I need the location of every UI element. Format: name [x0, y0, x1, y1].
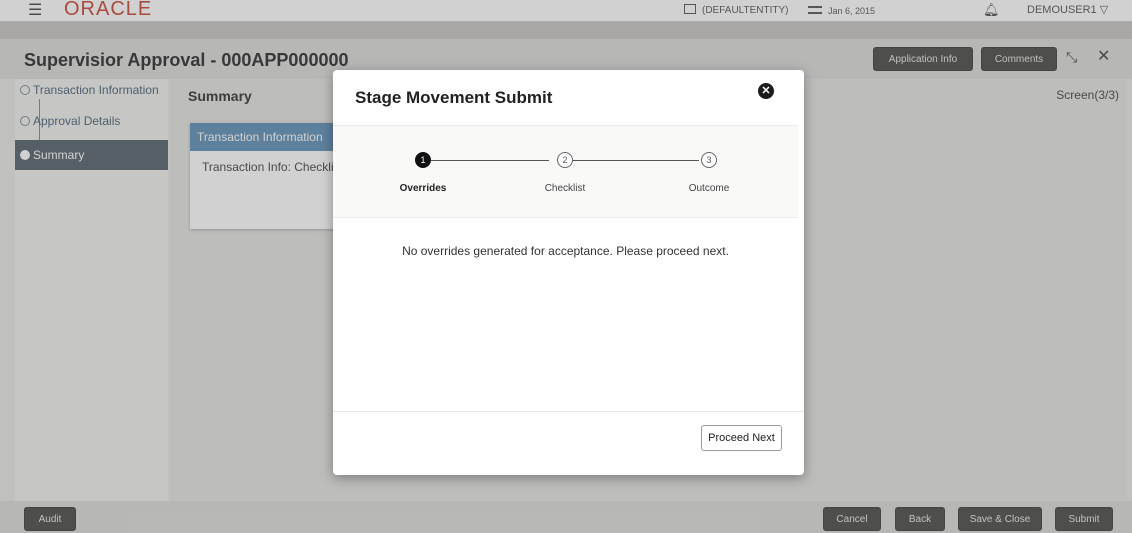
stepper: 1 2 3 Overrides Checklist Outcome	[333, 125, 798, 218]
overrides-message: No overrides generated for acceptance. P…	[402, 244, 729, 258]
step-connector	[573, 160, 699, 161]
step-circle-1: 1	[415, 152, 431, 168]
step-circle-2: 2	[557, 152, 573, 168]
step-circle-3: 3	[701, 152, 717, 168]
step-label-overrides: Overrides	[399, 183, 447, 194]
dialog-divider	[333, 411, 804, 412]
step-label-checklist: Checklist	[544, 183, 586, 194]
step-label-outcome: Outcome	[688, 183, 730, 194]
close-icon[interactable]: ✕	[758, 83, 774, 99]
dialog-title: Stage Movement Submit	[355, 88, 553, 107]
proceed-next-button[interactable]: Proceed Next	[701, 425, 782, 451]
stage-movement-dialog: Stage Movement Submit ✕ 1 2 3 Overrides …	[333, 70, 804, 475]
step-connector	[431, 160, 549, 161]
